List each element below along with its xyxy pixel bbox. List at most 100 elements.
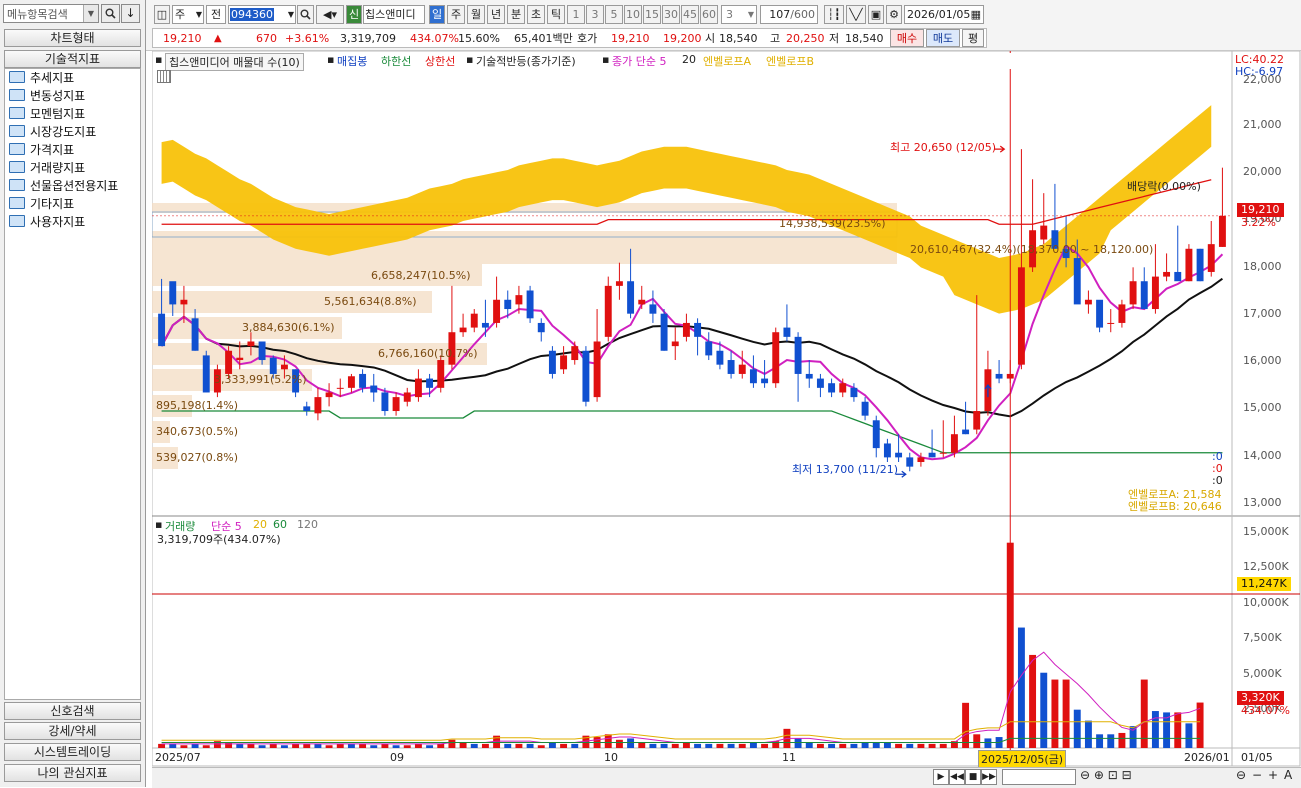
period-week-button[interactable]: 주 <box>447 5 465 24</box>
interval-5-button[interactable]: 5 <box>605 5 623 24</box>
range-scrollbar[interactable] <box>1002 769 1076 785</box>
sell-button[interactable]: 매도 <box>926 29 960 47</box>
menu-search-input[interactable]: 메뉴항목검색 ▼ <box>3 4 99 23</box>
buy-button[interactable]: 매수 <box>890 29 924 47</box>
save-icon[interactable]: ▣ <box>868 5 884 24</box>
rewind-icon[interactable]: ◀◀ <box>949 769 965 785</box>
tree-item-volume[interactable]: 거래량지표 <box>9 159 85 177</box>
date-input[interactable]: 2026/01/05 ▦ <box>904 5 984 24</box>
volume-tick: 7,500K <box>1243 631 1282 644</box>
legend-lower[interactable]: 하한선 <box>381 53 411 69</box>
chevron-down-icon[interactable]: ▼ <box>83 5 98 22</box>
legend-env-a[interactable]: 엔벨로프A <box>703 53 751 69</box>
legend-vol-ma20[interactable]: 20 <box>253 518 267 531</box>
chart-type-header[interactable]: 차트형태 <box>4 29 141 47</box>
volume-bar <box>437 743 445 748</box>
data-count-input[interactable]: 107/600 <box>760 5 818 24</box>
period-minute-button[interactable]: 분 <box>507 5 525 24</box>
legend-vol-ma60[interactable]: 60 <box>273 518 287 531</box>
minus-icon[interactable]: − <box>1252 768 1262 782</box>
legend-rebound[interactable]: 기술적반등(종가기준) <box>476 53 576 69</box>
tree-item-volatility[interactable]: 변동성지표 <box>9 87 85 105</box>
signal-button[interactable]: 신 <box>346 5 362 24</box>
volume-bar <box>1029 654 1037 748</box>
speaker-icon[interactable]: ◀▾ <box>316 5 344 24</box>
volume-bar <box>526 743 534 748</box>
legend-env-b[interactable]: 엔벨로프B <box>766 53 814 69</box>
legend-title[interactable]: 칩스앤미디어 매물대 수(10) <box>165 53 304 71</box>
interval-10-button[interactable]: 10 <box>624 5 642 24</box>
period-month-button[interactable]: 월 <box>467 5 485 24</box>
folder-icon <box>9 89 25 101</box>
candle-body <box>1140 281 1148 310</box>
plus-icon[interactable]: + <box>1268 768 1278 782</box>
auto-scale-icon[interactable]: A <box>1284 768 1292 782</box>
interval-select[interactable]: 3 ▼ <box>721 5 757 24</box>
strong-weak-button[interactable]: 강세/약세 <box>4 722 141 740</box>
zoom-out-icon[interactable]: ⊖ <box>1236 768 1246 782</box>
mode-select[interactable]: 주 ▼ <box>172 5 204 24</box>
current-price-box: 19,210 <box>1237 203 1284 217</box>
interval-30-button[interactable]: 30 <box>662 5 680 24</box>
candle-type-icon[interactable]: ┆┇ <box>824 5 844 24</box>
tree-item-etc[interactable]: 기타지표 <box>9 195 74 213</box>
trade-amount: 65,401백만 <box>514 32 573 45</box>
candle-body <box>1017 267 1025 365</box>
bid-price: 19,200 <box>663 32 702 45</box>
tree-item-price[interactable]: 가격지표 <box>9 141 74 159</box>
gear-icon[interactable]: ⚙ <box>886 5 902 24</box>
fast-forward-icon[interactable]: ▶▶ <box>981 769 997 785</box>
volume-bar <box>649 743 657 748</box>
candle-body <box>280 364 288 370</box>
period-tick-button[interactable]: 틱 <box>547 5 565 24</box>
tree-item-momentum[interactable]: 모멘텀지표 <box>9 105 85 123</box>
tree-item-market-strength[interactable]: 시장강도지표 <box>9 123 96 141</box>
legend-ma20[interactable]: 20 <box>682 53 696 66</box>
interval-3-button[interactable]: 3 <box>586 5 604 24</box>
legend-accum[interactable]: 매집봉 <box>337 53 367 69</box>
line-tool-icon[interactable]: ╲╱ <box>846 5 866 24</box>
layout-icon[interactable]: ◫ <box>154 5 170 24</box>
candle-body <box>950 434 958 453</box>
period-day-button[interactable]: 일 <box>429 5 445 24</box>
interval-60-button[interactable]: 60 <box>700 5 718 24</box>
price-tick: 14,000 <box>1243 449 1282 462</box>
tree-item-trend[interactable]: 추세지표 <box>9 69 74 87</box>
menu-search-placeholder: 메뉴항목검색 <box>7 8 68 21</box>
legend-vol-ma120[interactable]: 120 <box>297 518 318 531</box>
volume-bar <box>258 745 266 748</box>
tree-item-futures[interactable]: 선물옵션전용지표 <box>9 177 118 195</box>
signal-search-button[interactable]: 신호검색 <box>4 702 141 720</box>
volume-bar <box>705 743 713 748</box>
stock-code-input[interactable]: 094360 ▼ <box>228 5 296 24</box>
tech-indicators-header[interactable]: 기술적지표 <box>4 50 141 68</box>
stock-code-value: 094360 <box>230 8 274 21</box>
grid-icon[interactable] <box>157 70 171 83</box>
zoom-tools-icon[interactable]: ⊖ ⊕ ⊡ ⊟ <box>1080 768 1132 782</box>
interval-15-button[interactable]: 15 <box>643 5 661 24</box>
search-icon[interactable] <box>297 5 314 24</box>
candle-body <box>1040 225 1048 240</box>
period-year-button[interactable]: 년 <box>487 5 505 24</box>
volume-value: 3,319,709 <box>340 32 396 45</box>
my-indicators-button[interactable]: 나의 관심지표 <box>4 764 141 782</box>
interval-45-button[interactable]: 45 <box>681 5 699 24</box>
candle-body <box>504 299 512 310</box>
candle-body <box>1118 304 1126 323</box>
chart-svg[interactable] <box>151 50 1301 767</box>
period-second-button[interactable]: 초 <box>527 5 545 24</box>
arrow-down-icon[interactable]: ↓ <box>121 4 140 23</box>
mode2-button[interactable]: 전 <box>206 5 226 24</box>
legend-upper[interactable]: 상한선 <box>425 53 455 69</box>
stop-icon[interactable]: ■ <box>965 769 981 785</box>
eval-button[interactable]: 평 <box>962 29 984 47</box>
volume-legend: ▪ 거래량 단순 5 20 60 120 <box>155 518 555 533</box>
legend-ma5[interactable]: 종가 단순 5 <box>612 53 666 69</box>
chart-area[interactable] <box>151 50 1301 767</box>
interval-1-button[interactable]: 1 <box>567 5 585 24</box>
system-trading-button[interactable]: 시스템트레이딩 <box>4 743 141 761</box>
candle-body <box>537 322 545 333</box>
search-icon[interactable] <box>101 4 120 23</box>
play-icon[interactable]: ▶ <box>933 769 949 785</box>
tree-item-user[interactable]: 사용자지표 <box>9 213 85 231</box>
